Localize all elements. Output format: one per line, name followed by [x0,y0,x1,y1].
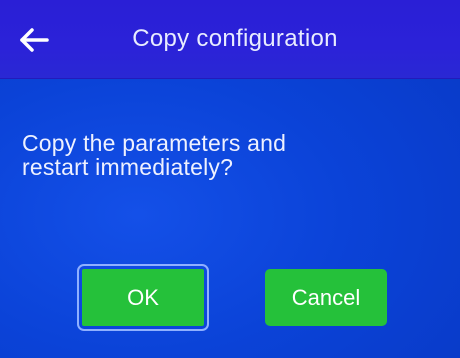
title-bar: Copy configuration [0,0,460,79]
page-title: Copy configuration [132,25,338,52]
message-line-2: restart immediately? [22,154,234,180]
cancel-button[interactable]: Cancel [265,269,387,326]
dialog-message: Copy the parameters and restart immediat… [22,131,422,179]
device-screen: Copy configuration Copy the parameters a… [0,0,460,358]
ok-button[interactable]: OK [77,264,209,331]
message-line-1: Copy the parameters and [22,130,287,156]
